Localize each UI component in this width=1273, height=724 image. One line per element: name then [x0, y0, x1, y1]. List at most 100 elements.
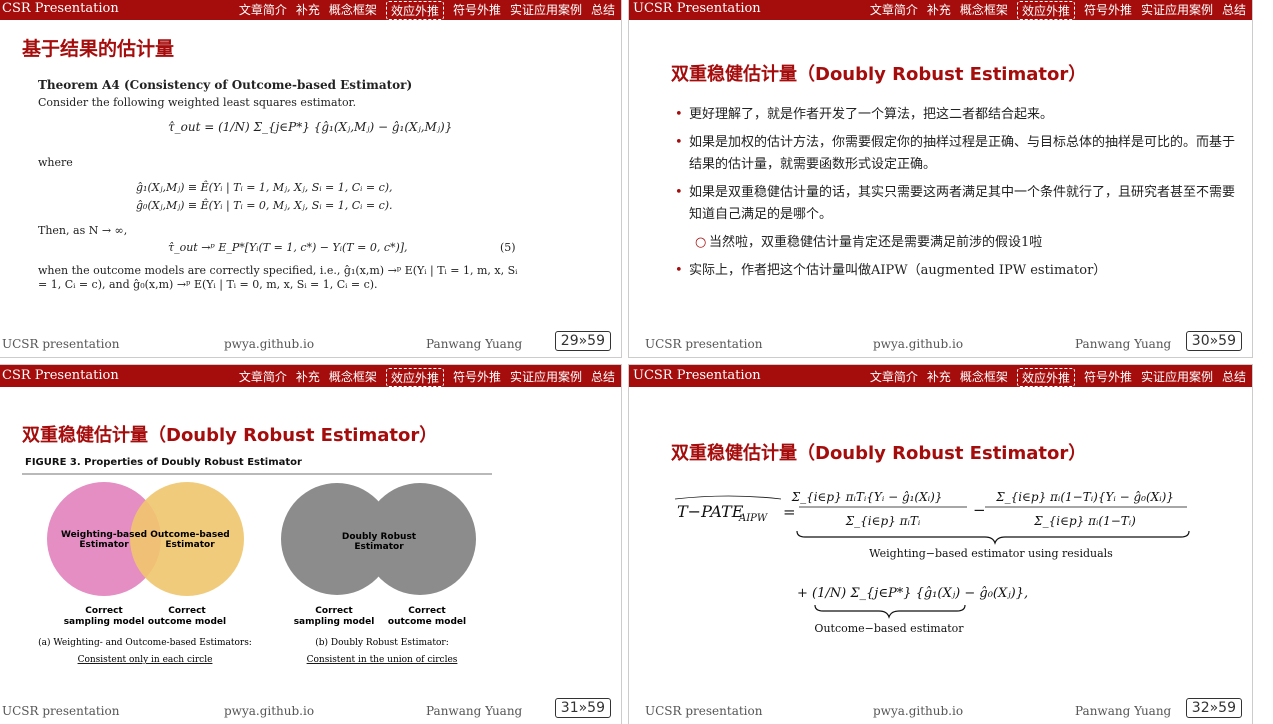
- slide-header: UCSR Presentation 文章简介 补充 概念框架 效应外推 符号外推…: [629, 365, 1252, 387]
- formula-term2: + (1/N) Σ_{j∈P*} {ĝ₁(Xⱼ) − ĝ₀(Xⱼ)},: [797, 586, 1028, 601]
- bullet-item: 如果是双重稳健估计量的话，其实只需要这两者满足其中一个条件就行了，且研究者甚至不…: [675, 182, 1245, 226]
- slide-header: CSR Presentation 文章简介 补充 概念框架 效应外推 符号外推 …: [0, 0, 621, 20]
- footer-url[interactable]: pwya.github.io: [224, 337, 314, 351]
- footer-author: Panwang Yuang: [426, 337, 523, 351]
- brand: CSR Presentation: [2, 368, 119, 383]
- nav-item[interactable]: 概念框架: [329, 368, 377, 387]
- theorem-heading: Theorem A4 (Consistency of Outcome-based…: [38, 78, 413, 92]
- page-number: 31»59: [554, 698, 611, 718]
- nav-item[interactable]: 概念框架: [960, 1, 1008, 20]
- formula-den2: Σ_{i∈p} πᵢ(1−Tᵢ): [1033, 514, 1136, 528]
- section-nav: 文章简介 补充 概念框架 效应外推 符号外推 实证应用案例 总结: [239, 1, 615, 20]
- slide-30: UCSR Presentation 文章简介 补充 概念框架 效应外推 符号外推…: [628, 0, 1253, 358]
- footer-left: UCSR presentation: [645, 337, 763, 351]
- nav-item[interactable]: 符号外推: [453, 1, 501, 20]
- nav-item[interactable]: 文章简介: [239, 368, 287, 387]
- section-nav: 文章简介 补充 概念框架 效应外推 符号外推 实证应用案例 总结: [870, 1, 1246, 20]
- nav-item[interactable]: 概念框架: [329, 1, 377, 20]
- section-nav: 文章简介 补充 概念框架 效应外推 符号外推 实证应用案例 总结: [870, 368, 1246, 387]
- caption-a2: Consistent only in each circle: [78, 655, 213, 665]
- nav-item-active[interactable]: 效应外推: [1016, 1, 1075, 20]
- formula-num1: Σ_{i∈p} πᵢTᵢ{Yᵢ − ĝ₁(Xᵢ)}: [791, 490, 943, 504]
- where-text: where: [38, 156, 73, 169]
- condition-text: when the outcome models are correctly sp…: [38, 264, 518, 292]
- page-number: 30»59: [1185, 331, 1242, 351]
- nav-item[interactable]: 总结: [1222, 368, 1246, 387]
- outcome-model-label-a: Correct outcome model: [148, 606, 226, 627]
- nav-item[interactable]: 文章简介: [239, 1, 287, 20]
- slide-footer: UCSR presentation pwya.github.io Panwang…: [0, 337, 621, 353]
- slide-footer: UCSR presentation pwya.github.io Panwang…: [0, 704, 621, 720]
- slide-title: 双重稳健估计量（Doubly Robust Estimator）: [22, 425, 438, 446]
- bullet-item: 更好理解了，就是作者开发了一个算法，把这二者都结合起来。: [675, 104, 1245, 126]
- slide-31: CSR Presentation 文章简介 补充 概念框架 效应外推 符号外推 …: [0, 364, 622, 724]
- nav-item[interactable]: 文章简介: [870, 368, 918, 387]
- sampling-label-a: Correct sampling model: [64, 606, 145, 627]
- aipw-formula: T−PATE AIPW = Σ_{i∈p} πᵢTᵢ{Yᵢ − ĝ₁(Xᵢ)} …: [674, 490, 1190, 635]
- section-nav: 文章简介 补充 概念框架 效应外推 符号外推 实证应用案例 总结: [239, 368, 615, 387]
- slide-header: CSR Presentation 文章简介 补充 概念框架 效应外推 符号外推 …: [0, 365, 621, 387]
- nav-item-active[interactable]: 效应外推: [385, 368, 444, 387]
- footer-left: UCSR presentation: [2, 337, 120, 351]
- footer-left: UCSR presentation: [2, 704, 120, 718]
- slide-title: 基于结果的估计量: [22, 38, 175, 60]
- nav-item[interactable]: 实证应用案例: [1141, 1, 1213, 20]
- slide-32: UCSR Presentation 文章简介 补充 概念框架 效应外推 符号外推…: [628, 364, 1253, 724]
- page-number: 32»59: [1185, 698, 1242, 718]
- formula-den1: Σ_{i∈p} πᵢTᵢ: [845, 514, 921, 528]
- nav-item[interactable]: 实证应用案例: [510, 1, 582, 20]
- nav-item[interactable]: 概念框架: [960, 368, 1008, 387]
- footer-author: Panwang Yuang: [426, 704, 523, 718]
- slide-header: UCSR Presentation 文章简介 补充 概念框架 效应外推 符号外推…: [629, 0, 1252, 20]
- brace-label-1: Weighting−based estimator using residual…: [869, 547, 1113, 560]
- nav-item[interactable]: 实证应用案例: [1141, 368, 1213, 387]
- formula-equals: =: [783, 503, 796, 521]
- brand: UCSR Presentation: [633, 1, 761, 16]
- nav-item[interactable]: 符号外推: [1084, 1, 1132, 20]
- nav-item[interactable]: 符号外推: [453, 368, 501, 387]
- slide-footer: UCSR presentation pwya.github.io Panwang…: [629, 337, 1252, 353]
- nav-item[interactable]: 补充: [296, 368, 320, 387]
- formula-minus: −: [973, 501, 986, 519]
- page-number: 29»59: [554, 331, 611, 351]
- slide-29: CSR Presentation 文章简介 补充 概念框架 效应外推 符号外推 …: [0, 0, 622, 358]
- nav-item[interactable]: 总结: [591, 368, 615, 387]
- brace-label-2: Outcome−based estimator: [814, 622, 964, 635]
- caption-b: (b) Doubly Robust Estimator:: [315, 637, 448, 648]
- nav-item[interactable]: 总结: [1222, 1, 1246, 20]
- nav-item[interactable]: 补充: [927, 368, 951, 387]
- bullet-item: 实际上，作者把这个估计量叫做AIPW（augmented IPW estimat…: [675, 260, 1245, 282]
- nav-item[interactable]: 文章简介: [870, 1, 918, 20]
- slide-title: 双重稳健估计量（Doubly Robust Estimator）: [671, 64, 1087, 85]
- slide-footer: UCSR presentation pwya.github.io Panwang…: [629, 704, 1252, 720]
- nav-item[interactable]: 符号外推: [1084, 368, 1132, 387]
- bullet-item: 如果是加权的估计方法，你需要假定你的抽样过程是正确、与目标总体的抽样是可比的。而…: [675, 132, 1245, 176]
- theorem-intro: Consider the following weighted least sq…: [38, 96, 357, 109]
- figure-title: FIGURE 3. Properties of Doubly Robust Es…: [25, 457, 302, 468]
- footer-url[interactable]: pwya.github.io: [873, 704, 963, 718]
- footer-url[interactable]: pwya.github.io: [224, 704, 314, 718]
- footer-author: Panwang Yuang: [1075, 337, 1172, 351]
- formula-num2: Σ_{i∈p} πᵢ(1−Tᵢ){Yᵢ − ĝ₀(Xᵢ)}: [995, 490, 1174, 504]
- equation-number: (5): [500, 241, 516, 254]
- venn-figure: FIGURE 3. Properties of Doubly Robust Es…: [22, 457, 492, 665]
- footer-url[interactable]: pwya.github.io: [873, 337, 963, 351]
- equation-2b: ĝ₀(Xⱼ,Mⱼ) ≡ Ê(Yᵢ | Tᵢ = 0, Mⱼ, Xⱼ, Sᵢ = …: [136, 199, 393, 212]
- slide-title: 双重稳健估计量（Doubly Robust Estimator）: [671, 443, 1087, 464]
- nav-item[interactable]: 补充: [296, 1, 320, 20]
- equation-2a: ĝ₁(Xⱼ,Mⱼ) ≡ Ê(Yᵢ | Tᵢ = 1, Mⱼ, Xⱼ, Sᵢ = …: [136, 181, 393, 194]
- equation-1: τ̂_out = (1/N) Σ_{j∈P*} {ĝ₁(Xⱼ,Mⱼ) − ĝ₁(…: [168, 120, 453, 134]
- sub-bullet-item: 当然啦，双重稳健估计量肯定还是需要满足前涉的假设1啦: [695, 232, 1245, 254]
- formula-hat: [674, 495, 782, 500]
- brand: UCSR Presentation: [633, 368, 761, 383]
- equation-3: τ̂_out →ᵖ E_P*[Yᵢ(T = 1, c*) − Yᵢ(T = 0,…: [168, 241, 408, 254]
- bullet-list: 更好理解了，就是作者开发了一个算法，把这二者都结合起来。 如果是加权的估计方法，…: [675, 104, 1245, 288]
- nav-item-active[interactable]: 效应外推: [1016, 368, 1075, 387]
- then-text: Then, as N → ∞,: [38, 224, 128, 237]
- formula-lhs: T−PATE: [677, 502, 744, 521]
- footer-author: Panwang Yuang: [1075, 704, 1172, 718]
- nav-item-active[interactable]: 效应外推: [385, 1, 444, 20]
- nav-item[interactable]: 补充: [927, 1, 951, 20]
- nav-item[interactable]: 实证应用案例: [510, 368, 582, 387]
- nav-item[interactable]: 总结: [591, 1, 615, 20]
